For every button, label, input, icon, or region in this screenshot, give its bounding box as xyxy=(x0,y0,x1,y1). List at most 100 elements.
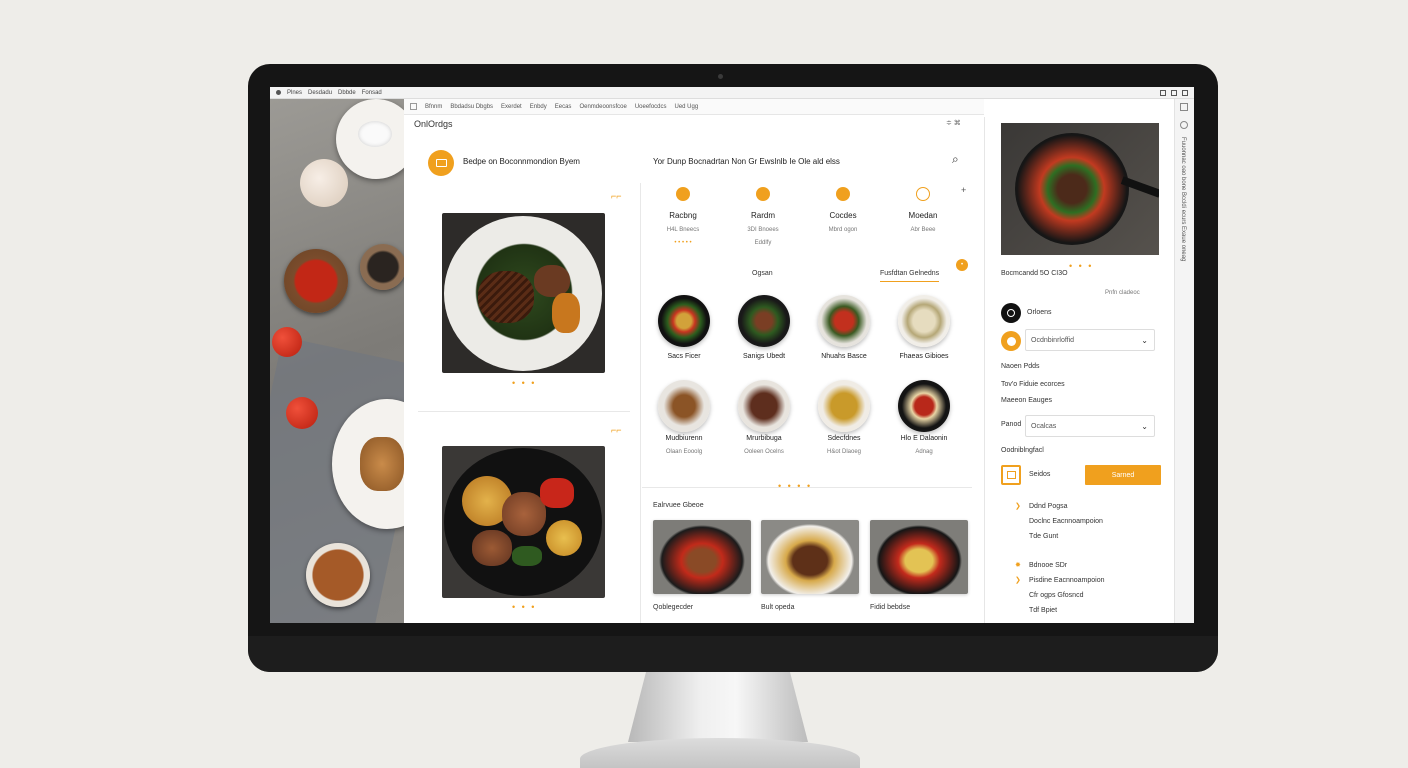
select-dropdown[interactable]: Ocdnbinrloffid ⌄ xyxy=(1025,329,1155,351)
menu-item[interactable]: Desdadu xyxy=(308,90,332,96)
window-controls-icon[interactable]: ≑ ⌘ xyxy=(946,119,961,127)
list-item-line: Tde Gunt xyxy=(1029,533,1059,540)
monitor-stand-foot xyxy=(580,738,860,768)
sidebar-toggle-icon[interactable] xyxy=(410,103,417,110)
panel-title: Bocmcandd 5O CI3O xyxy=(1001,270,1068,277)
battery-icon[interactable] xyxy=(1171,89,1177,96)
dish-thumb[interactable] xyxy=(738,295,790,347)
related-dish-name: Bult opeda xyxy=(761,604,795,611)
toolbar-item[interactable]: Oenmdeoonsfcoe xyxy=(579,104,626,110)
expand-corner-icon[interactable]: ⌐⌐ xyxy=(611,191,622,201)
rice-plate xyxy=(336,99,404,179)
toolbar-item[interactable]: Bbdadsu Dbgbs xyxy=(450,104,493,110)
toolbar-item[interactable]: Ued Ugg xyxy=(675,104,699,110)
option-radio-icon[interactable] xyxy=(1001,303,1021,323)
herb-icon xyxy=(756,187,770,201)
list-item-title[interactable]: Bdnooe SDr xyxy=(1029,562,1067,569)
carousel-dots[interactable]: • • • xyxy=(1069,261,1093,271)
brand-title: Bedpe on Boconnmondion Byem xyxy=(463,157,580,166)
category-name: Rardm xyxy=(750,211,775,220)
category-name: Moedan xyxy=(908,211,938,220)
dish-sub: Olaan Eooolg xyxy=(665,449,703,455)
save-button[interactable]: Sarned xyxy=(1085,465,1161,485)
select-value: Ocdnbinrloffid xyxy=(1031,336,1075,344)
category-row: Racbng H4L Bneecs • • • • • Rardm 3DI Bn… xyxy=(643,183,973,263)
list-item-title[interactable]: Ddnd Pogsa xyxy=(1029,503,1068,510)
carousel-dots[interactable]: • • • xyxy=(512,602,536,612)
add-icon[interactable]: + xyxy=(961,185,966,195)
panel-toggle-icon[interactable] xyxy=(1180,103,1188,111)
dish-thumb[interactable] xyxy=(818,295,870,347)
os-menubar: Plnes Desdadu Dbbde Fonsad xyxy=(270,87,1194,99)
monitor-stand-neck xyxy=(628,672,808,742)
dish-sub: Ooleen Ocelns xyxy=(744,449,784,455)
dish-thumb[interactable] xyxy=(738,380,790,432)
details-panel: • • • Bocmcandd 5O CI3O Pnfn cladeoc Orl… xyxy=(984,117,1174,623)
expand-corner-icon[interactable]: ⌐⌐ xyxy=(611,425,622,435)
brand-logo[interactable] xyxy=(428,150,454,176)
document-icon[interactable] xyxy=(1001,465,1021,485)
related-dish-image[interactable] xyxy=(761,520,859,594)
menu-item[interactable]: Plnes xyxy=(287,90,302,96)
garlic-bulb xyxy=(300,159,348,207)
filter-badge: • xyxy=(956,259,968,271)
dish-name: Mudbiurenn xyxy=(665,435,703,442)
toolbar-item[interactable]: Uoeefocdcs xyxy=(635,104,667,110)
apple-icon[interactable] xyxy=(276,90,281,95)
select-dropdown[interactable]: Ocalcas ⌄ xyxy=(1025,415,1155,437)
dish-thumb[interactable] xyxy=(898,295,950,347)
search-icon[interactable]: ⌕ xyxy=(952,152,959,167)
pot-icon xyxy=(836,187,850,201)
category-sub: H4L Bneecs xyxy=(666,227,700,233)
list-marker-icon: ❯ xyxy=(1015,577,1021,584)
dish-name: Hlo E Dalaonin xyxy=(900,435,948,442)
carousel-dots[interactable]: • • • xyxy=(512,378,536,388)
list-marker-icon: ❯ xyxy=(1015,503,1021,510)
tagline: Yor Dunp Bocnadrtan Non Gr Ewslnlb Ie Ol… xyxy=(653,157,840,166)
toolbar-item[interactable]: Enbdy xyxy=(530,104,547,110)
dish-thumb[interactable] xyxy=(818,380,870,432)
field-label: Oodniblngfacl xyxy=(1001,447,1044,454)
toolbar-item[interactable]: Bfnnm xyxy=(425,104,442,110)
menu-item[interactable]: Fonsad xyxy=(362,90,382,96)
wifi-icon[interactable] xyxy=(1160,89,1166,96)
category-extra: Eddlfy xyxy=(754,240,772,246)
related-dish-name: Fidid bebdse xyxy=(870,604,911,611)
option-label: Seidos xyxy=(1029,471,1051,478)
card-divider xyxy=(418,411,630,412)
field-label: Naoen Pdds xyxy=(1001,363,1040,370)
menu-item[interactable]: Dbbde xyxy=(338,90,356,96)
option-radio-icon[interactable] xyxy=(1001,331,1021,351)
dish-thumb[interactable] xyxy=(898,380,950,432)
chevron-down-icon: ⌄ xyxy=(1141,335,1148,345)
dish-thumb[interactable] xyxy=(658,380,710,432)
field-label: Maeeon Eauges xyxy=(1001,397,1052,404)
control-center-icon[interactable] xyxy=(1182,89,1188,96)
related-dish-image[interactable] xyxy=(870,520,968,594)
dish-thumb[interactable] xyxy=(658,295,710,347)
pepper-bowl xyxy=(360,244,404,290)
featured-dish-image[interactable] xyxy=(442,213,605,373)
section-divider xyxy=(642,487,972,488)
card-icon xyxy=(435,159,447,167)
featured-dish-image[interactable] xyxy=(442,446,605,598)
category-sub: Abr Beee xyxy=(910,227,936,233)
filter-label[interactable]: Ogsan xyxy=(752,270,773,277)
webcam xyxy=(718,74,723,79)
option-label: Orloens xyxy=(1027,309,1052,316)
settings-icon[interactable] xyxy=(1180,121,1188,129)
related-dish-image[interactable] xyxy=(653,520,751,594)
list-marker-icon: ✸ xyxy=(1015,562,1021,569)
category-name: Racbng xyxy=(669,211,697,220)
breadcrumb[interactable]: OnlOrdgs xyxy=(414,119,453,129)
side-strip-text: Fuuonnac oao bone Bccldi ecurs Exaue one… xyxy=(1180,137,1186,262)
toolbar-item[interactable]: Exerdet xyxy=(501,104,522,110)
list-item-title[interactable]: Pisdine Eacnnoampoion xyxy=(1029,577,1105,584)
pager-dots[interactable]: • • • • xyxy=(778,481,812,491)
dish-name: Sanigs Ubedt xyxy=(742,353,786,360)
hero-dish-image[interactable] xyxy=(1001,123,1159,255)
filter-label-active[interactable]: Fusfdtan Gelnedns xyxy=(880,270,940,282)
related-dish-name: Qoblegecder xyxy=(653,604,694,611)
dish-sub: Adnag xyxy=(915,449,933,455)
toolbar-item[interactable]: Eecas xyxy=(555,104,572,110)
